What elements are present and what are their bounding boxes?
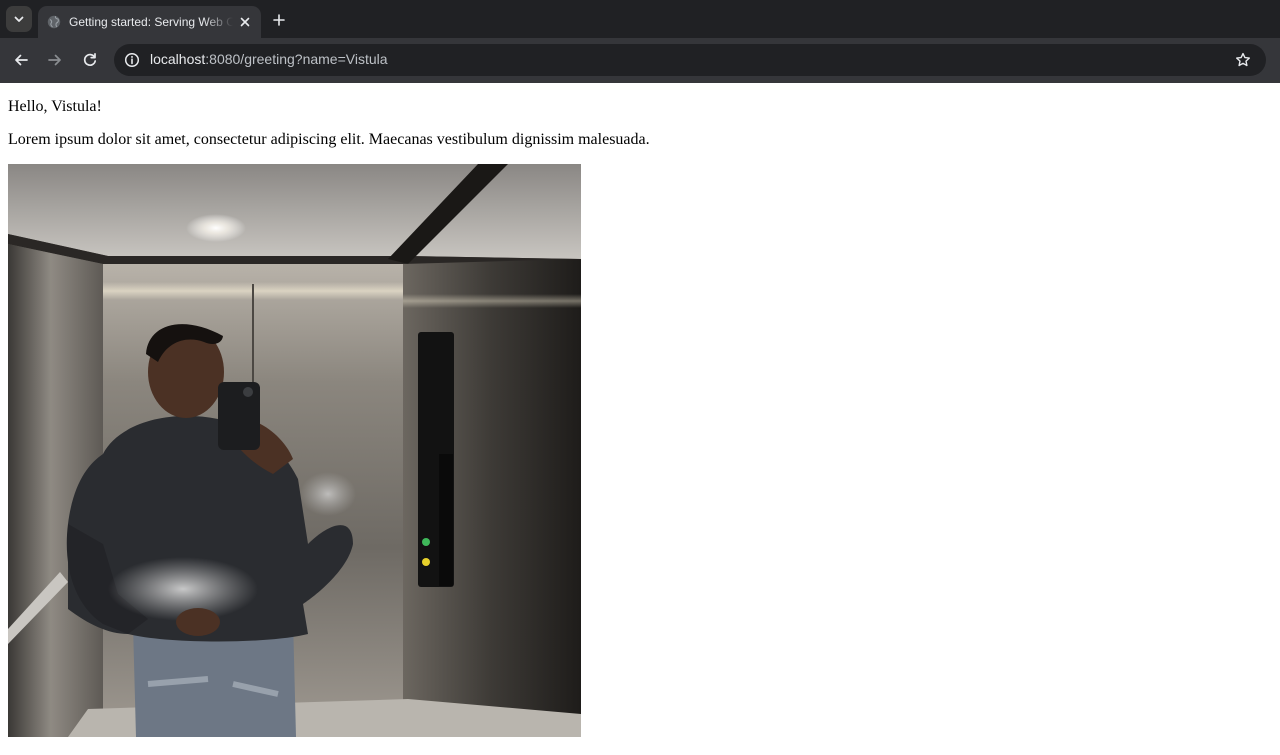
toolbar: localhost:8080/greeting?name=Vistula bbox=[0, 38, 1280, 83]
reload-button[interactable] bbox=[79, 49, 101, 71]
back-button[interactable] bbox=[10, 49, 32, 71]
url-text[interactable]: localhost:8080/greeting?name=Vistula bbox=[150, 51, 388, 67]
star-icon[interactable] bbox=[1234, 51, 1252, 69]
tab-search-button[interactable] bbox=[6, 6, 32, 32]
plus-icon bbox=[273, 14, 285, 26]
lorem-paragraph: Lorem ipsum dolor sit amet, consectetur … bbox=[8, 131, 650, 148]
elevator-selfie-photo bbox=[8, 164, 581, 737]
tab-title: Getting started: Serving Web Content bbox=[69, 15, 233, 29]
greeting-text: Hello, Vistula! bbox=[8, 98, 102, 115]
forward-button[interactable] bbox=[44, 49, 66, 71]
browser-chrome: Getting started: Serving Web Content bbox=[0, 0, 1280, 83]
address-bar[interactable]: localhost:8080/greeting?name=Vistula bbox=[114, 44, 1266, 76]
globe-icon bbox=[47, 15, 61, 29]
tab-strip: Getting started: Serving Web Content bbox=[0, 0, 1280, 38]
arrow-left-icon bbox=[15, 54, 28, 66]
url-path: :8080/greeting?name=Vistula bbox=[205, 51, 388, 67]
active-tab[interactable]: Getting started: Serving Web Content bbox=[38, 6, 261, 38]
chevron-down-icon bbox=[14, 16, 24, 22]
new-tab-button[interactable] bbox=[268, 9, 290, 31]
url-host: localhost bbox=[150, 51, 206, 67]
close-icon[interactable] bbox=[237, 14, 253, 30]
page-content: Hello, Vistula! Lorem ipsum dolor sit am… bbox=[0, 83, 1280, 755]
arrow-right-icon bbox=[48, 54, 61, 66]
reload-icon bbox=[83, 52, 97, 67]
info-icon[interactable] bbox=[122, 50, 142, 70]
